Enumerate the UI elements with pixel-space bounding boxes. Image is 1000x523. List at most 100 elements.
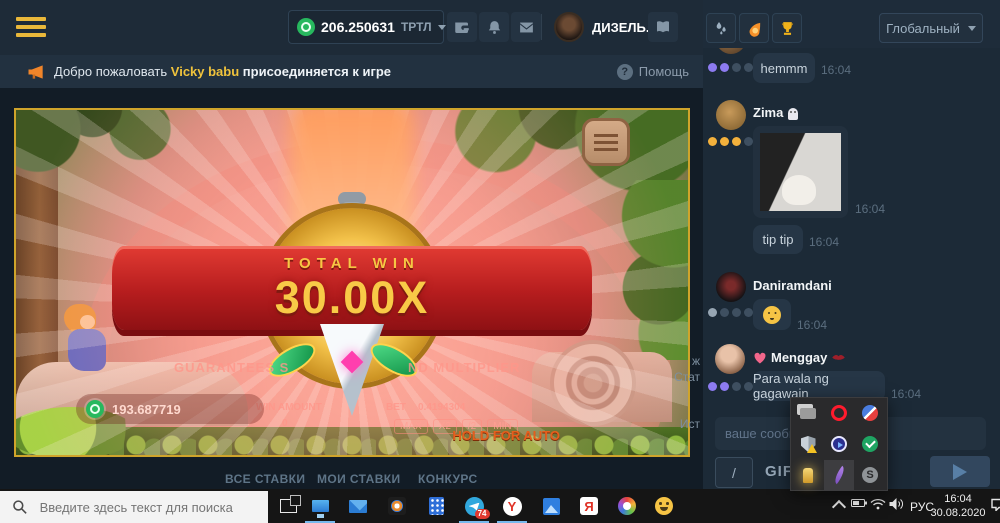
tray-gold-statue-app[interactable] — [793, 460, 823, 490]
game-menu-button[interactable] — [582, 118, 630, 166]
slash-command-button[interactable]: / — [715, 457, 753, 488]
message-time: 16:04 — [797, 318, 827, 332]
taskbar-calculator[interactable] — [424, 494, 448, 518]
dual-monitor-icon — [800, 408, 816, 419]
tab-all-bets[interactable]: ВСЕ СТАВКИ — [225, 472, 305, 486]
neutral-face-emoji — [763, 306, 781, 324]
promotions-button[interactable] — [648, 12, 678, 42]
tray-feather-app[interactable] — [824, 460, 854, 490]
battery-status[interactable] — [849, 498, 869, 508]
balance-dropdown[interactable]: 206.250631 ТРТЛ — [288, 10, 444, 44]
rain-button[interactable] — [706, 13, 736, 43]
hamburger-menu-icon[interactable] — [16, 17, 46, 37]
yandex-browser-icon: Y — [503, 497, 522, 516]
announced-player-name[interactable]: Vicky babu — [171, 64, 239, 79]
search-icon — [12, 499, 28, 515]
wallet-icon — [453, 18, 471, 36]
fireball-icon — [746, 20, 763, 37]
notifications-button[interactable] — [479, 12, 509, 42]
chat-message-bubble: hemmm — [753, 53, 815, 83]
task-view-button[interactable] — [276, 494, 300, 518]
chat-username[interactable]: Zima — [753, 105, 783, 120]
chat-image-message[interactable] — [753, 126, 848, 218]
bet-max-button[interactable]: MAX — [394, 419, 428, 434]
opera-icon — [831, 405, 847, 421]
announcement-action: присоединяется к игре — [239, 64, 391, 79]
rakeback-button[interactable] — [739, 13, 769, 43]
win-amount-value: 0 — [282, 418, 288, 429]
mail-app-icon — [349, 500, 367, 513]
tray-app-redblue[interactable] — [855, 398, 885, 428]
chat-image[interactable] — [760, 133, 841, 211]
skype-icon: S — [862, 467, 878, 483]
menu-list-icon — [594, 134, 618, 151]
tab-my-bets[interactable]: МОИ СТАВКИ — [317, 472, 401, 486]
chat-channel-dropdown[interactable]: Глобальный — [879, 13, 983, 43]
tray-defender-app[interactable] — [793, 429, 823, 459]
search-input[interactable] — [38, 499, 256, 516]
mail-icon — [518, 19, 535, 36]
green-check-icon — [862, 436, 878, 452]
ghost-emoji — [788, 108, 798, 120]
book-icon — [654, 18, 672, 36]
yandex-icon: Я — [580, 497, 598, 515]
taskbar-stickers[interactable] — [652, 494, 676, 518]
send-message-button[interactable] — [930, 456, 990, 487]
media-player-icon — [831, 436, 847, 452]
announcement-text: Добро пожаловать Vicky babu присоединяет… — [54, 64, 391, 79]
divider — [541, 14, 542, 40]
side-label-statistics: Стат — [660, 370, 700, 384]
show-hidden-icons-button[interactable] — [830, 498, 848, 512]
win-amount-label: WIN AMOUNT — [256, 402, 322, 413]
purple-feather-icon — [831, 466, 848, 484]
chat-user-avatar[interactable] — [715, 344, 745, 374]
gif-button[interactable]: GIF — [765, 463, 793, 480]
guarantee-text-right: ND MULTIPLIER — [408, 360, 520, 375]
help-button[interactable]: ? Помощь — [617, 64, 689, 80]
wallet-button[interactable] — [447, 12, 477, 42]
tray-media-app[interactable] — [824, 429, 854, 459]
lips-emoji — [831, 353, 846, 362]
tray-antivirus-app[interactable] — [855, 429, 885, 459]
taskbar-movies[interactable] — [385, 494, 409, 518]
taskbar-yandex-browser[interactable]: Y — [500, 494, 524, 518]
hold-for-auto-label: HOLD FOR AUTO — [452, 428, 560, 443]
taskbar-explorer[interactable] — [308, 494, 332, 518]
windows-taskbar: 74 Y Я РУС 16:04 30.08.2020 — [0, 489, 1000, 523]
wifi-status[interactable] — [868, 498, 888, 510]
contest-button[interactable] — [772, 13, 802, 43]
bet-label: BET — [386, 402, 406, 413]
message-time: 16:04 — [891, 387, 921, 401]
red-blue-app-icon — [862, 405, 878, 421]
slot-game-frame: TOTAL WIN 30.00X GUARANTEES S ND MULTIPL… — [14, 108, 690, 457]
chat-username-row: Zima — [753, 105, 798, 120]
taskbar-search[interactable] — [0, 491, 268, 523]
chat-user-avatar[interactable] — [716, 100, 746, 130]
chat-emoji-message — [753, 299, 791, 330]
chat-username[interactable]: Daniramdani — [753, 278, 832, 293]
chat-username[interactable]: Menggay — [771, 350, 827, 365]
tray-skype-app[interactable]: S — [855, 460, 885, 490]
clock-date: 30.08.2020 — [926, 506, 990, 520]
taskbar-mail[interactable] — [346, 494, 370, 518]
side-label-fragment: ж — [660, 354, 700, 368]
total-win-multiplier: 30.00X — [112, 272, 592, 324]
action-center-button[interactable] — [990, 498, 1000, 511]
tray-display-app[interactable] — [793, 398, 823, 428]
photos-app-icon — [543, 498, 560, 515]
taskbar-telegram[interactable]: 74 — [462, 494, 486, 518]
chat-user-avatar[interactable] — [716, 272, 746, 302]
volume-status[interactable] — [886, 498, 906, 510]
chevron-down-icon — [968, 26, 976, 31]
telegram-icon: 74 — [465, 497, 484, 516]
tray-opera-app[interactable] — [824, 398, 854, 428]
messages-button[interactable] — [511, 12, 541, 42]
taskbar-photos[interactable] — [539, 494, 563, 518]
battery-icon — [851, 498, 867, 508]
tab-contest[interactable]: КОНКУРС — [418, 472, 478, 486]
taskbar-clock[interactable]: 16:04 30.08.2020 — [926, 492, 990, 520]
user-avatar[interactable] — [554, 12, 584, 42]
taskbar-paint[interactable] — [615, 494, 639, 518]
pc-monitor-icon — [312, 500, 329, 512]
taskbar-yandex[interactable]: Я — [577, 494, 601, 518]
